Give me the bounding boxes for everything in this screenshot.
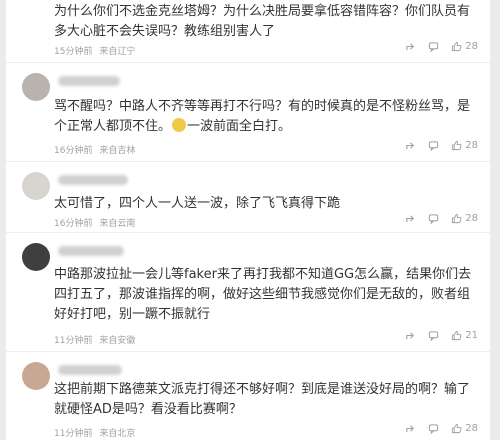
thumbs-up-icon (452, 330, 462, 341)
share-button[interactable] (405, 41, 416, 52)
comment-actions: 28 (405, 41, 478, 52)
username-blurred[interactable] (58, 246, 124, 256)
comment-text: 骂不醒吗？中路人不齐等等再打不行吗？有的时候真的是不怪粉丝骂，是个正常人都顶不住… (54, 97, 474, 137)
thumbs-up-icon (452, 423, 462, 434)
comment-actions: 28 (405, 423, 478, 434)
comment-reply-button[interactable] (428, 330, 439, 341)
thumbs-up-icon (452, 140, 462, 151)
like-count: 21 (465, 330, 478, 341)
like-button[interactable]: 28 (451, 213, 478, 224)
share-icon (406, 142, 415, 150)
comment-text-part: 一波前面全白打。 (187, 119, 292, 134)
comment-meta: 16分钟前 来自云南 (54, 216, 135, 229)
comment-reply-button[interactable] (428, 140, 439, 151)
like-count: 28 (465, 140, 478, 151)
comment-actions: 21 (405, 330, 478, 341)
comment-location: 来自辽宁 (99, 47, 136, 57)
comment-meta: 15分钟前 来自辽宁 (54, 44, 135, 57)
comment-time: 11分钟前 (54, 336, 93, 346)
comment-reply-button[interactable] (428, 41, 439, 52)
comment-meta: 11分钟前 来自安徽 (54, 333, 135, 346)
like-count: 28 (465, 41, 478, 52)
share-button[interactable] (405, 213, 416, 224)
like-button[interactable]: 28 (451, 140, 478, 151)
comment-item: 这把前期下路德莱文派克打得还不够好啊？到底是谁送没好局的啊？输了就硬怪AD是吗？… (6, 352, 490, 440)
thumbs-up-icon (452, 213, 462, 224)
comment-location: 来自吉林 (99, 146, 136, 156)
comment-text: 为什么你们不选金克丝塔姆？为什么决胜局要拿低容错阵容？你们队员有多大心脏不会失误… (54, 4, 471, 39)
share-button[interactable] (405, 330, 416, 341)
comment-actions: 28 (405, 140, 478, 151)
share-icon (406, 215, 415, 223)
comment-actions: 28 (405, 213, 478, 224)
avatar[interactable] (22, 73, 50, 101)
comment-location: 来自安徽 (99, 336, 136, 346)
avatar[interactable] (22, 172, 50, 200)
comment-item: 中路那波拉扯一会儿等faker来了再打我都不知道GG怎么赢，结果你们去四打五了，… (6, 233, 490, 352)
avatar[interactable] (22, 243, 50, 271)
share-icon (406, 425, 415, 433)
username-blurred[interactable] (58, 175, 128, 185)
comment-time: 15分钟前 (54, 47, 93, 57)
reply-icon (429, 141, 439, 151)
username-blurred[interactable] (58, 365, 122, 375)
username-blurred[interactable] (58, 76, 120, 86)
comment-location: 来自北京 (99, 429, 136, 439)
comment-text: 太可惜了，四个人一人送一波，除了飞飞真得下跪 (54, 196, 341, 211)
comment-time: 11分钟前 (54, 429, 93, 439)
comment-item: 为什么你们不选金克丝塔姆？为什么决胜局要拿低容错阵容？你们队员有多大心脏不会失误… (6, 0, 490, 63)
like-button[interactable]: 21 (451, 330, 478, 341)
reply-icon (429, 42, 439, 52)
comment-time: 16分钟前 (54, 146, 93, 156)
like-count: 28 (465, 423, 478, 434)
comment-text: 中路那波拉扯一会儿等faker来了再打我都不知道GG怎么赢，结果你们去四打五了，… (54, 267, 472, 322)
thumbs-up-icon (452, 41, 462, 52)
comment-reply-button[interactable] (428, 213, 439, 224)
comment-location: 来自云南 (99, 219, 136, 229)
share-button[interactable] (405, 423, 416, 434)
reply-icon (429, 331, 439, 341)
comment-list: 为什么你们不选金克丝塔姆？为什么决胜局要拿低容错阵容？你们队员有多大心脏不会失误… (6, 0, 490, 440)
comment-meta: 11分钟前 来自北京 (54, 426, 135, 439)
reply-icon (429, 214, 439, 224)
comment-item: 太可惜了，四个人一人送一波，除了飞飞真得下跪 16分钟前 来自云南 28 (6, 162, 490, 233)
comment-meta: 16分钟前 来自吉林 (54, 143, 135, 156)
comment-text: 这把前期下路德莱文派克打得还不够好啊？到底是谁送没好局的啊？输了就硬怪AD是吗？… (54, 382, 471, 417)
comment-item: 骂不醒吗？中路人不齐等等再打不行吗？有的时候真的是不怪粉丝骂，是个正常人都顶不住… (6, 63, 490, 162)
reply-icon (429, 424, 439, 434)
comment-reply-button[interactable] (428, 423, 439, 434)
like-count: 28 (465, 213, 478, 224)
share-icon (406, 43, 415, 51)
share-button[interactable] (405, 140, 416, 151)
share-icon (406, 332, 415, 340)
like-button[interactable]: 28 (451, 423, 478, 434)
smile-emoji-icon (172, 118, 187, 132)
comment-time: 16分钟前 (54, 219, 93, 229)
avatar[interactable] (22, 362, 50, 390)
like-button[interactable]: 28 (451, 41, 478, 52)
